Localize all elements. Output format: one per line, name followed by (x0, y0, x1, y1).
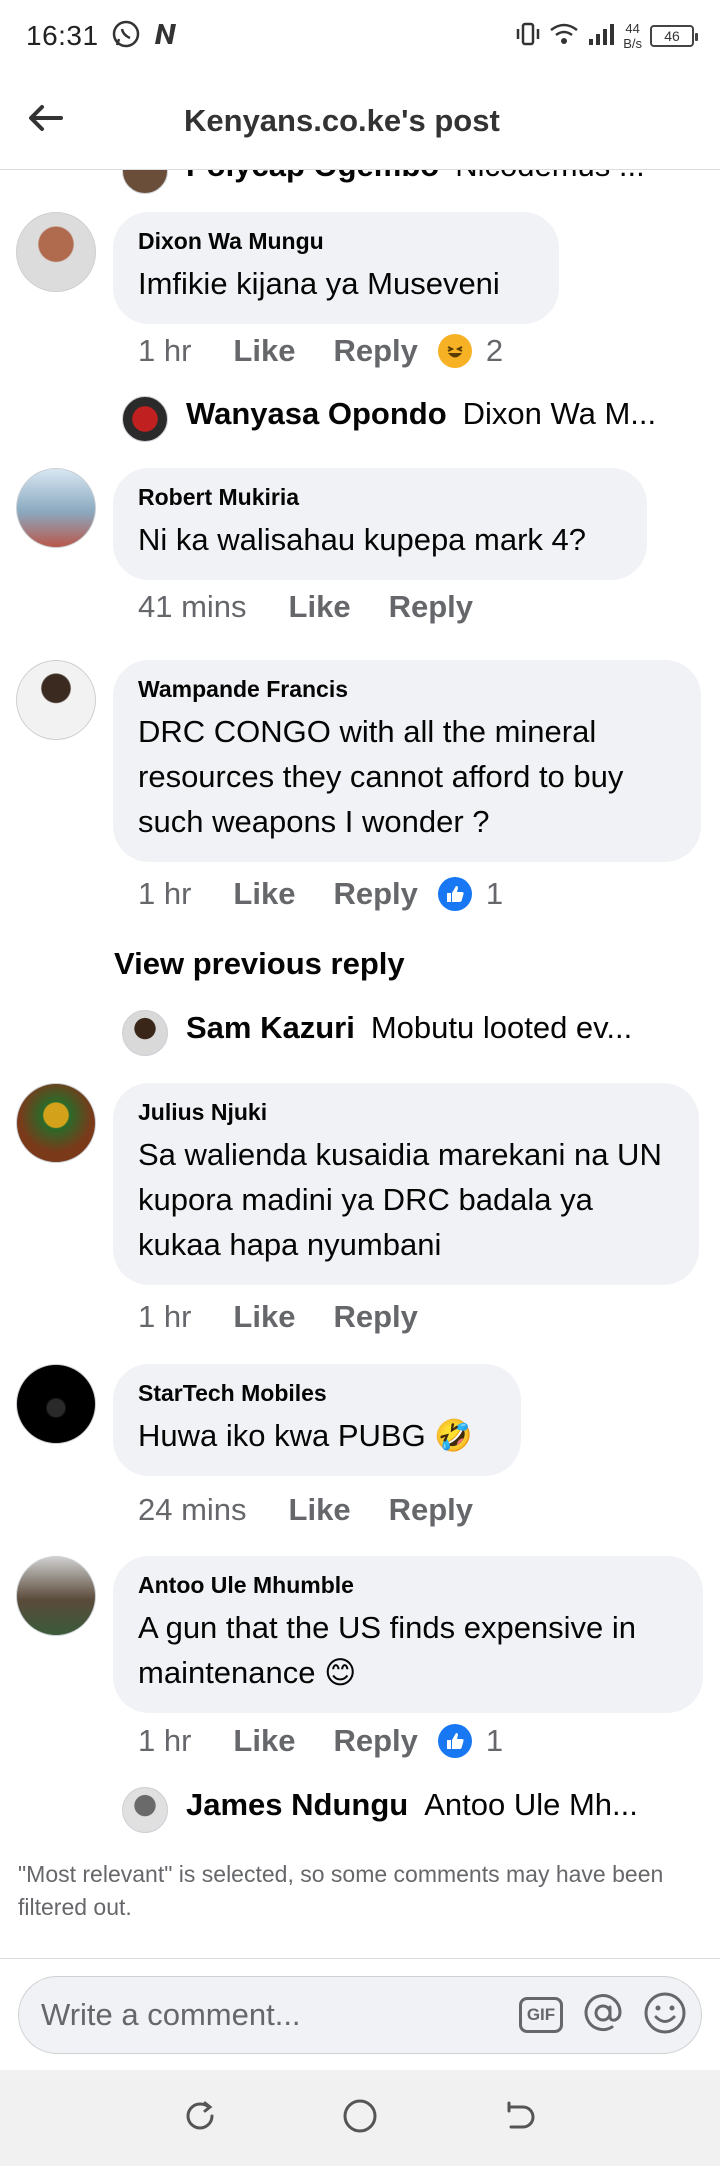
reply-button[interactable]: Reply (389, 1492, 473, 1528)
like-button[interactable]: Like (289, 1492, 351, 1528)
network-speed: 44 B/s (623, 21, 642, 51)
comment-author[interactable]: Julius Njuki (138, 1099, 675, 1126)
comment-text: Huwa iko kwa PUBG 🤣 (138, 1418, 473, 1453)
reaction-summary[interactable]: 1 (437, 876, 504, 912)
like-button[interactable]: Like (289, 589, 351, 625)
comment-author[interactable]: StarTech Mobiles (138, 1380, 497, 1407)
avatar[interactable] (16, 468, 96, 548)
recents-button[interactable] (170, 2088, 230, 2148)
avatar[interactable] (16, 1083, 96, 1163)
wifi-icon (549, 21, 579, 52)
like-button[interactable]: Like (233, 333, 295, 369)
comment-time[interactable]: 1 hr (138, 1723, 191, 1759)
avatar[interactable] (16, 660, 96, 740)
home-button[interactable] (330, 2088, 390, 2148)
comment-time[interactable]: 1 hr (138, 1299, 191, 1335)
haha-reaction-icon (437, 334, 472, 368)
comment-author[interactable]: Antoo Ule Mhumble (138, 1572, 679, 1599)
at-sign-icon (581, 1991, 625, 2040)
reply-button[interactable]: Reply (333, 333, 417, 369)
comment-time[interactable]: 1 hr (138, 876, 191, 912)
reply-preview[interactable]: Polycap Ogembo Nicodemus ... (122, 170, 645, 194)
gif-button[interactable]: GIF (517, 1991, 565, 2039)
system-navigation-bar (0, 2070, 720, 2166)
comment-actions: 1 hr Like Reply 2 (138, 333, 503, 369)
recents-icon (183, 2099, 217, 2138)
mention-button[interactable] (579, 1991, 627, 2039)
reaction-count: 2 (485, 333, 504, 368)
comment-time[interactable]: 24 mins (138, 1492, 247, 1528)
comment-actions: 24 mins Like Reply (138, 1492, 511, 1528)
view-previous-reply-link[interactable]: View previous reply (114, 946, 405, 982)
status-bar: 16:31 44 B/s 46 (0, 0, 720, 72)
vibrate-icon (515, 20, 541, 53)
comment-text: Imfikie kijana ya Museveni (138, 266, 500, 301)
comments-list[interactable]: Polycap Ogembo Nicodemus ... Dixon Wa Mu… (0, 170, 720, 1958)
reply-button[interactable]: Reply (333, 876, 417, 912)
avatar[interactable] (16, 1556, 96, 1636)
comment-text: Ni ka walisahau kupepa mark 4? (138, 522, 587, 557)
comment-bubble[interactable]: Dixon Wa Mungu Imfikie kijana ya Museven… (113, 212, 559, 324)
reaction-count: 1 (485, 1723, 504, 1758)
comment-time[interactable]: 41 mins (138, 589, 247, 625)
reply-button[interactable]: Reply (389, 589, 473, 625)
netflix-n-icon (151, 20, 179, 53)
comment-text: Sa walienda kusaidia marekani na UN kupo… (138, 1137, 662, 1262)
comment-bubble[interactable]: Julius Njuki Sa walienda kusaidia mareka… (113, 1083, 699, 1285)
comment-actions: 1 hr Like Reply 1 (138, 1723, 503, 1759)
comment-bubble[interactable]: Wampande Francis DRC CONGO with all the … (113, 660, 701, 862)
back-button[interactable] (0, 72, 90, 170)
comment-bubble[interactable]: Robert Mukiria Ni ka walisahau kupepa ma… (113, 468, 647, 580)
comment-text: DRC CONGO with all the mineral resources… (138, 714, 624, 839)
comment-bubble[interactable]: Antoo Ule Mhumble A gun that the US find… (113, 1556, 703, 1713)
reply-preview[interactable]: Sam Kazuri Mobutu looted ev... (122, 1010, 632, 1056)
post-header: Kenyans.co.ke's post (0, 72, 720, 170)
comment-actions: 41 mins Like Reply (138, 589, 511, 625)
comment-author[interactable]: Dixon Wa Mungu (138, 228, 535, 255)
comment-author[interactable]: Robert Mukiria (138, 484, 623, 511)
comment-text: A gun that the US finds expensive in mai… (138, 1610, 637, 1690)
battery-icon: 46 (650, 25, 698, 47)
avatar[interactable] (122, 396, 168, 442)
thumbs-up-icon (437, 877, 472, 911)
comment-actions: 1 hr Like Reply (138, 1299, 456, 1335)
smiley-icon (643, 1991, 687, 2040)
like-button[interactable]: Like (233, 876, 295, 912)
avatar[interactable] (16, 1364, 96, 1444)
reply-button[interactable]: Reply (333, 1299, 417, 1335)
comment-composer[interactable]: GIF (18, 1976, 702, 2054)
whatsapp-icon (111, 19, 141, 54)
avatar[interactable] (122, 1010, 168, 1056)
status-time: 16:31 (26, 20, 99, 51)
reaction-summary[interactable]: 2 (437, 333, 504, 369)
comment-composer-bar: GIF (0, 1958, 720, 2070)
comment-actions: 1 hr Like Reply 1 (138, 876, 503, 912)
home-circle-icon (342, 2098, 378, 2139)
reaction-summary[interactable]: 1 (437, 1723, 504, 1759)
reply-button[interactable]: Reply (333, 1723, 417, 1759)
page-title: Kenyans.co.ke's post (184, 102, 500, 138)
back-nav-icon (503, 2099, 537, 2138)
avatar[interactable] (122, 1787, 168, 1833)
comment-bubble[interactable]: StarTech Mobiles Huwa iko kwa PUBG 🤣 (113, 1364, 521, 1476)
thumbs-up-icon (437, 1724, 472, 1758)
reaction-count: 1 (485, 876, 504, 911)
comment-time[interactable]: 1 hr (138, 333, 191, 369)
comment-author[interactable]: Wampande Francis (138, 676, 677, 703)
avatar[interactable] (122, 170, 168, 194)
avatar[interactable] (16, 212, 96, 292)
filter-note: "Most relevant" is selected, so some com… (18, 1861, 664, 1920)
signal-icon (587, 21, 615, 52)
like-button[interactable]: Like (233, 1723, 295, 1759)
back-nav-button[interactable] (490, 2088, 550, 2148)
like-button[interactable]: Like (233, 1299, 295, 1335)
reply-preview[interactable]: Wanyasa Opondo Dixon Wa M... (122, 396, 656, 442)
emoji-button[interactable] (641, 1991, 689, 2039)
reply-preview[interactable]: James Ndungu Antoo Ule Mh... (122, 1787, 638, 1833)
arrow-left-icon (27, 103, 63, 138)
comment-input[interactable] (41, 1997, 481, 2033)
gif-icon: GIF (519, 1997, 563, 2033)
